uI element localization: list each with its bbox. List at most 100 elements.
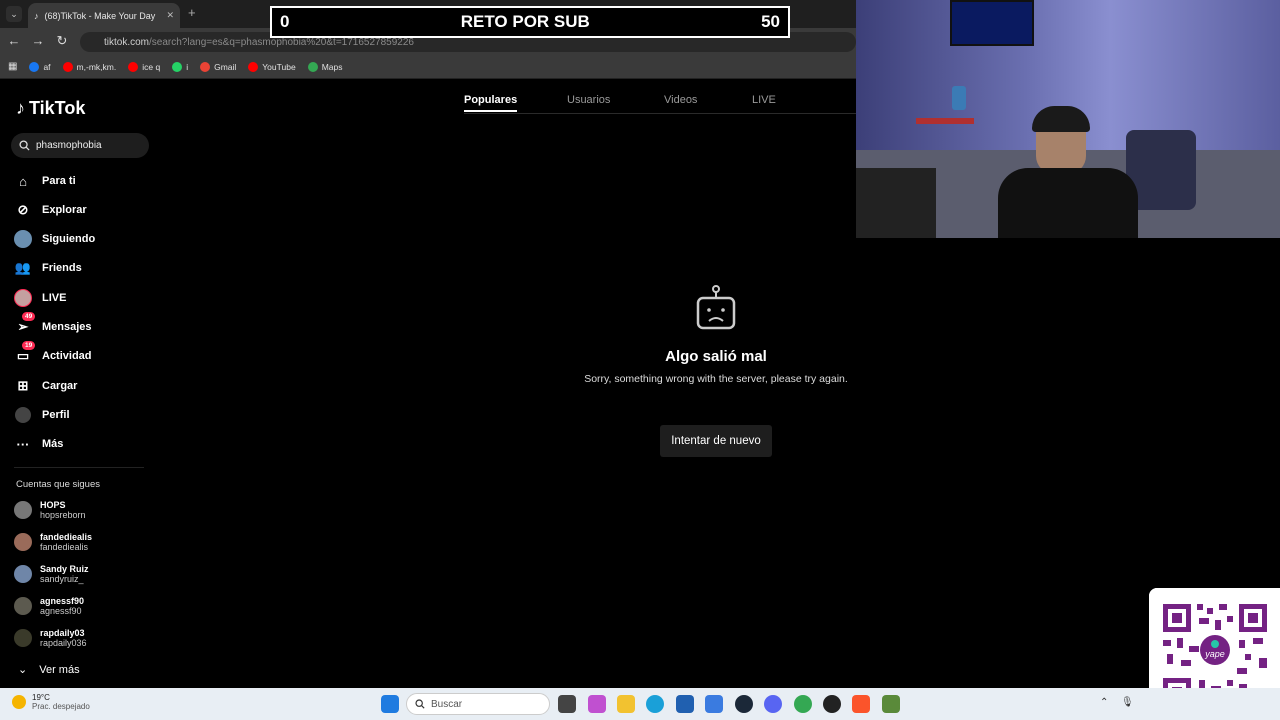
nav-mas[interactable]: ··· Más bbox=[14, 434, 64, 454]
brave-icon[interactable] bbox=[852, 695, 870, 713]
tv-screen bbox=[950, 0, 1034, 46]
chevron-down-icon: ⌄ bbox=[18, 664, 28, 676]
weather-widget[interactable]: 19°C Prac. despejado bbox=[12, 693, 90, 711]
whatsapp-icon bbox=[172, 61, 183, 72]
nav-perfil[interactable]: Perfil bbox=[14, 405, 70, 425]
challenge-overlay: 0 RETO POR SUB 50 bbox=[270, 6, 790, 38]
tiktok-logo[interactable]: ♪ TikTok bbox=[16, 98, 85, 119]
bookmark-item[interactable]: ice q bbox=[128, 61, 160, 72]
back-icon[interactable]: ← bbox=[6, 33, 22, 48]
webcam-feed bbox=[856, 0, 1280, 238]
tab-populares[interactable]: Populares bbox=[464, 94, 518, 112]
error-title: Algo salió mal bbox=[665, 348, 767, 365]
sad-robot-icon bbox=[696, 285, 736, 330]
tiktok-favicon-icon: ♪ bbox=[34, 10, 39, 21]
search-input[interactable]: phasmophobia bbox=[11, 133, 149, 158]
facebook-icon bbox=[29, 61, 40, 72]
new-tab-icon[interactable]: + bbox=[188, 5, 196, 20]
nav-mensajes[interactable]: ➢ 49 Mensajes bbox=[14, 312, 92, 337]
bookmark-item[interactable]: YouTube bbox=[248, 61, 296, 72]
store-icon[interactable] bbox=[676, 695, 694, 713]
see-more-button[interactable]: ⌄ Ver más bbox=[18, 663, 80, 677]
start-icon[interactable] bbox=[381, 695, 399, 713]
bookmarks-bar: ▦ af m,-mk,km. ice q i Gmail YouTube Map… bbox=[0, 55, 856, 79]
nav-actividad[interactable]: ▭ 19 Actividad bbox=[14, 341, 92, 366]
nav-live[interactable]: LIVE bbox=[14, 288, 66, 308]
nav-friends[interactable]: 👥 Friends bbox=[14, 258, 82, 278]
account-item[interactable]: Sandy Ruiz sandyruiz_ bbox=[14, 564, 89, 584]
search-icon bbox=[19, 140, 30, 151]
bookmark-item[interactable]: Maps bbox=[307, 61, 342, 72]
youtube-icon bbox=[248, 61, 259, 72]
outlook-icon[interactable] bbox=[705, 695, 723, 713]
account-item[interactable]: agnessf90 agnessf90 bbox=[14, 596, 84, 616]
reload-icon[interactable]: ↻ bbox=[54, 33, 70, 49]
close-icon[interactable]: ✕ bbox=[166, 10, 174, 21]
account-item[interactable]: rapdaily03 rapdaily036 bbox=[14, 628, 87, 648]
hair bbox=[1032, 106, 1090, 132]
tab-live[interactable]: LIVE bbox=[752, 94, 776, 106]
overlay-count-right: 50 bbox=[761, 12, 780, 31]
taskbar-search[interactable]: Buscar bbox=[406, 693, 550, 715]
divider bbox=[14, 467, 144, 468]
avatar bbox=[14, 565, 32, 583]
bookmark-item[interactable]: af bbox=[29, 61, 51, 72]
account-item[interactable]: HOPS hopsreborn bbox=[14, 500, 86, 520]
activity-icon: ▭ 19 bbox=[14, 341, 36, 365]
search-value: phasmophobia bbox=[36, 140, 102, 151]
youtube-icon bbox=[62, 61, 73, 72]
tiktok-note-icon: ♪ bbox=[16, 98, 25, 118]
tab-videos[interactable]: Videos bbox=[664, 94, 697, 106]
nav-siguiendo[interactable]: Siguiendo bbox=[14, 229, 95, 249]
forward-icon[interactable]: → bbox=[30, 33, 46, 48]
avatar bbox=[14, 629, 32, 647]
bottle bbox=[952, 86, 966, 110]
shirt bbox=[998, 168, 1138, 238]
retry-button[interactable]: Intentar de nuevo bbox=[660, 425, 772, 457]
svg-text:yape: yape bbox=[1204, 649, 1225, 659]
activity-badge: 19 bbox=[22, 341, 36, 350]
steam-icon[interactable] bbox=[735, 695, 753, 713]
live-icon bbox=[14, 289, 32, 307]
logo-text: TikTok bbox=[29, 98, 86, 118]
task-view-icon[interactable] bbox=[558, 695, 576, 713]
taskbar bbox=[0, 688, 1280, 720]
avatar bbox=[14, 533, 32, 551]
more-icon: ··· bbox=[16, 436, 30, 452]
tab-list-icon[interactable]: ⌄ bbox=[6, 6, 22, 22]
bookmark-item[interactable]: m,-mk,km. bbox=[62, 61, 116, 72]
obs-icon[interactable] bbox=[823, 695, 841, 713]
url-path: /search?lang=es&q=phasmophobia%20&t=1716… bbox=[149, 36, 414, 48]
error-message: Sorry, something wrong with the server, … bbox=[584, 373, 848, 385]
temperature: 19°C bbox=[32, 693, 50, 702]
nav-explorar[interactable]: ⊘ Explorar bbox=[14, 200, 87, 220]
upload-icon: ⊞ bbox=[17, 378, 29, 393]
url-host: tiktok.com bbox=[104, 36, 150, 48]
chrome-icon[interactable] bbox=[794, 695, 812, 713]
weather-text: Prac. despejado bbox=[32, 702, 90, 711]
search-placeholder: Buscar bbox=[431, 698, 463, 710]
tab-usuarios[interactable]: Usuarios bbox=[567, 94, 610, 106]
minecraft-icon[interactable] bbox=[882, 695, 900, 713]
file-explorer-icon[interactable] bbox=[617, 695, 635, 713]
nav-para-ti[interactable]: ⌂ Para ti bbox=[14, 171, 76, 191]
bookmark-item[interactable]: Gmail bbox=[200, 61, 236, 72]
tray-chevron-icon[interactable]: ⌃ bbox=[1100, 697, 1108, 708]
messages-badge: 49 bbox=[22, 312, 36, 321]
browser-tab[interactable]: ♪ (68)TikTok - Make Your Day ✕ bbox=[28, 3, 180, 28]
bookmark-item[interactable]: i bbox=[172, 61, 188, 72]
avatar-icon bbox=[14, 230, 32, 248]
profile-icon bbox=[14, 406, 32, 424]
avatar bbox=[14, 597, 32, 615]
tabs-divider bbox=[464, 113, 856, 114]
overlay-title: RETO POR SUB bbox=[460, 12, 590, 31]
microphone-icon[interactable]: 🎙 bbox=[1121, 697, 1134, 708]
edge-icon[interactable] bbox=[646, 695, 664, 713]
sun-icon bbox=[12, 695, 26, 709]
discord-icon[interactable] bbox=[764, 695, 782, 713]
tab-title: (68)TikTok - Make Your Day bbox=[44, 10, 156, 21]
nav-cargar[interactable]: ⊞ Cargar bbox=[14, 376, 78, 396]
account-item[interactable]: fandediealis fandediealis bbox=[14, 532, 92, 552]
apps-icon[interactable]: ▦ bbox=[8, 61, 17, 72]
copilot-icon[interactable] bbox=[588, 695, 606, 713]
